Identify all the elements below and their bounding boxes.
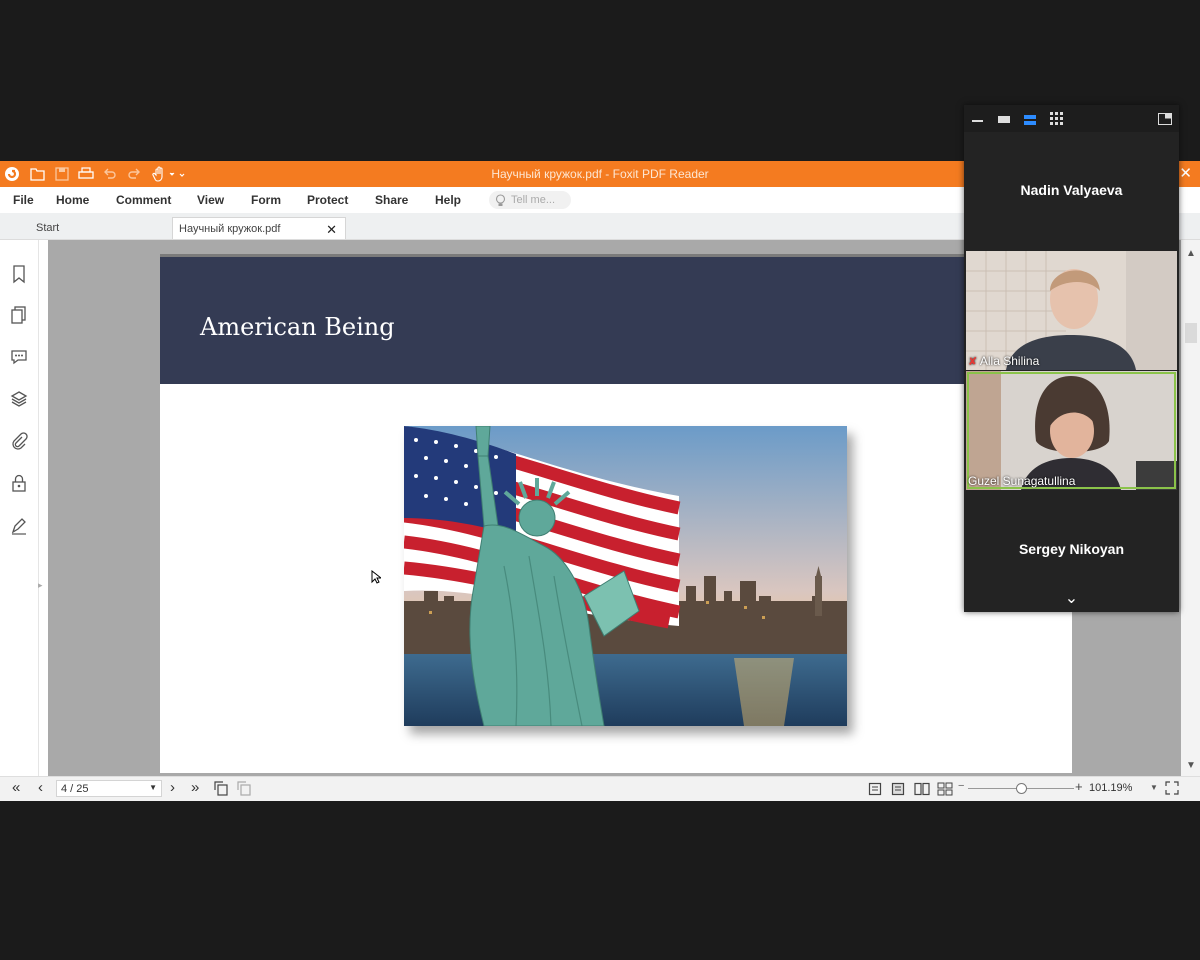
next-page-icon[interactable]: › (170, 779, 175, 796)
previous-page-icon[interactable]: ‹ (38, 779, 43, 796)
scroll-down-chevron-icon[interactable]: ⌄ (964, 588, 1179, 608)
zoom-slider[interactable] (968, 783, 1074, 794)
menu-view[interactable]: View (197, 193, 224, 207)
bookmark-icon[interactable] (9, 264, 29, 284)
menu-share[interactable]: Share (375, 193, 408, 207)
tell-me-placeholder: Tell me... (511, 194, 556, 206)
gallery-view-icon[interactable] (1050, 112, 1063, 130)
navigation-sidebar: ▸ (0, 240, 43, 776)
participant-name: Sergey Nikoyan (1018, 541, 1125, 557)
page-dropdown-icon[interactable]: ▼ (149, 783, 157, 792)
active-speaker-view-icon[interactable] (998, 116, 1010, 123)
status-bar: « ‹ 4 / 25 ▼ › » − + 101.19% ▼ (0, 776, 1200, 801)
tab-start-label: Start (36, 222, 60, 234)
first-page-icon[interactable]: « (12, 779, 20, 796)
zoom-out-icon[interactable]: − (958, 780, 964, 792)
participant-name: Guzel Sunagatullina (968, 474, 1076, 488)
participant-video-tile-active[interactable]: Guzel Sunagatullina (966, 371, 1177, 490)
participant-tile[interactable]: Sergey Nikoyan (966, 491, 1177, 587)
participant-name: Nadin Valyaeva (1020, 182, 1123, 198)
zoom-slider-knob[interactable] (1016, 783, 1027, 794)
zoom-in-icon[interactable]: + (1075, 779, 1083, 794)
menu-protect[interactable]: Protect (307, 193, 348, 207)
strip-view-icon[interactable] (1024, 113, 1036, 131)
participant-video (966, 371, 1177, 490)
continuous-page-icon[interactable] (891, 782, 905, 799)
participant-video-tile[interactable]: ✘ Alla Shilina (966, 251, 1177, 370)
page-number-field[interactable]: 4 / 25 ▼ (56, 780, 162, 797)
signature-icon[interactable] (9, 516, 29, 536)
muted-mic-icon: ✘ (968, 356, 978, 368)
video-call-panel: Nadin Valyaeva ✘ Alla Shilina Guzel Suna… (964, 105, 1179, 612)
fullscreen-icon[interactable] (1165, 781, 1179, 798)
scroll-down-icon[interactable]: ▼ (1186, 760, 1196, 771)
next-view-icon[interactable] (236, 781, 252, 799)
tab-document-label: Научный кружок.pdf (179, 223, 281, 235)
zoom-dropdown-icon[interactable]: ▼ (1150, 783, 1158, 792)
scroll-up-icon[interactable]: ▲ (1186, 248, 1196, 259)
pages-icon[interactable] (9, 305, 29, 325)
participant-tile[interactable]: Nadin Valyaeva (966, 132, 1177, 251)
lightbulb-icon (495, 194, 506, 206)
close-window-button[interactable]: ✕ (1179, 164, 1192, 182)
vertical-scrollbar[interactable]: ▲ ▼ (1181, 240, 1200, 776)
participant-video (966, 251, 1177, 370)
slide-header: American Being (160, 257, 1072, 384)
page-number-value: 4 / 25 (61, 783, 89, 795)
participant-label: ✘ Alla Shilina (968, 354, 1039, 368)
pop-out-icon[interactable] (1158, 112, 1172, 130)
security-icon[interactable] (9, 473, 29, 493)
pdf-page: American Being (160, 254, 1072, 773)
participant-name: Alla Shilina (979, 354, 1040, 368)
expand-panel-arrow[interactable]: ▸ (38, 580, 48, 591)
single-page-icon[interactable] (868, 782, 882, 799)
menu-comment[interactable]: Comment (116, 193, 171, 207)
last-page-icon[interactable]: » (191, 779, 199, 796)
close-tab-button[interactable]: ✕ (326, 222, 337, 238)
video-panel-toolbar (964, 105, 1179, 132)
participant-label: Guzel Sunagatullina (968, 474, 1075, 488)
zoom-level[interactable]: 101.19% (1089, 782, 1132, 794)
menu-form[interactable]: Form (251, 193, 281, 207)
tab-start[interactable]: Start (30, 217, 170, 239)
menu-help[interactable]: Help (435, 193, 461, 207)
scrollbar-thumb[interactable] (1185, 323, 1197, 343)
continuous-facing-icon[interactable] (937, 782, 953, 799)
minimize-view-icon[interactable] (972, 120, 983, 122)
menu-file[interactable]: File (13, 193, 34, 207)
mouse-cursor-icon (371, 569, 383, 589)
menu-home[interactable]: Home (56, 193, 89, 207)
previous-view-icon[interactable] (213, 781, 229, 799)
comments-icon[interactable] (9, 347, 29, 367)
statue-of-liberty-image (404, 426, 847, 726)
slide-title: American Being (200, 313, 395, 341)
attachments-icon[interactable] (9, 431, 29, 451)
facing-pages-icon[interactable] (914, 782, 930, 799)
layers-icon[interactable] (9, 389, 29, 409)
tab-document[interactable]: Научный кружок.pdf ✕ (172, 217, 346, 239)
tell-me-search[interactable]: Tell me... (489, 191, 571, 209)
